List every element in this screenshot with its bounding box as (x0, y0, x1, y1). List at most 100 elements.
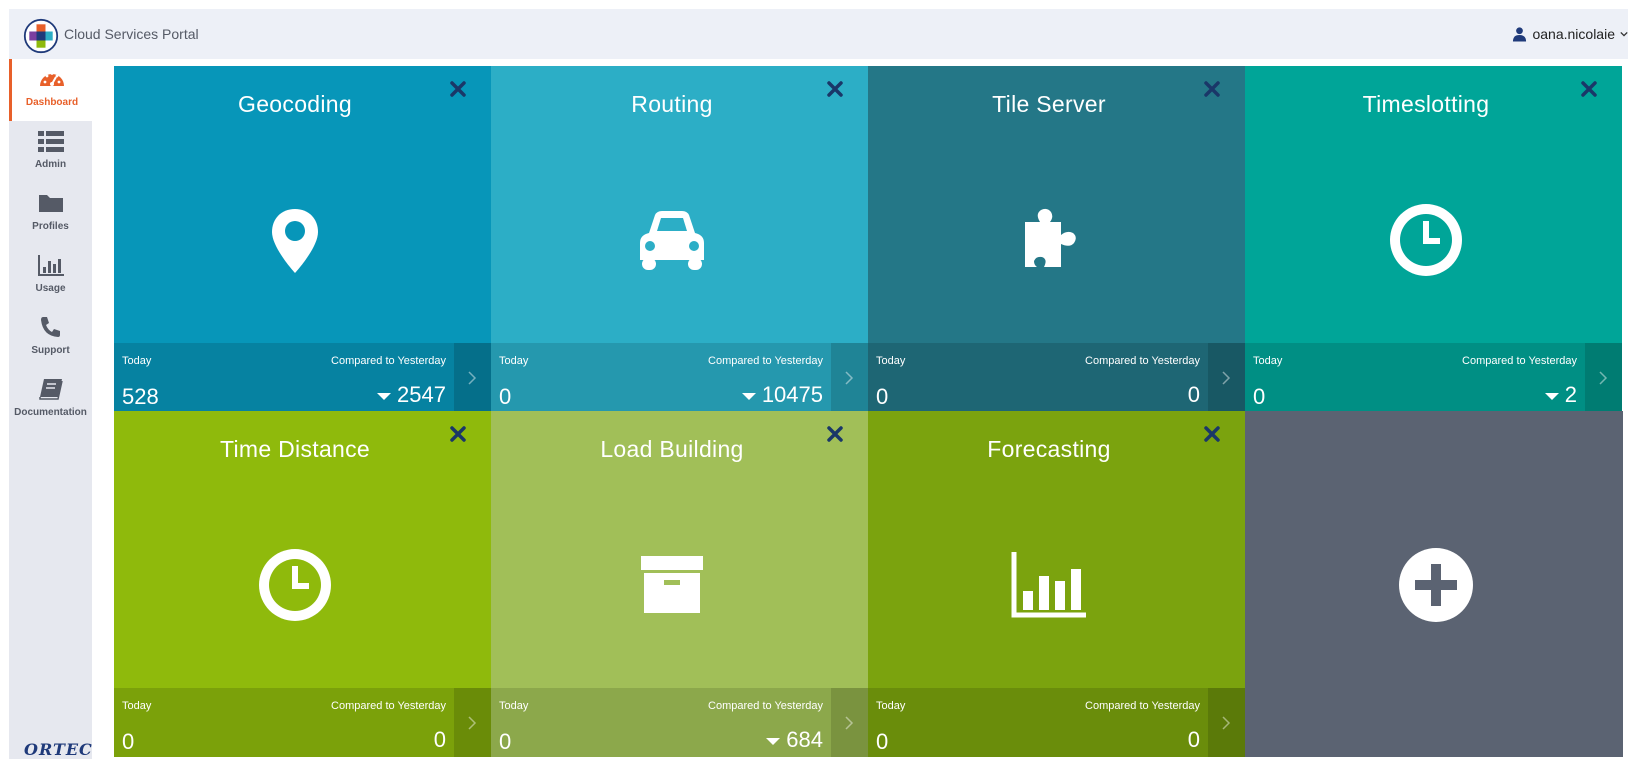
stats-panel: Today Compared to Yesterday 0 684 (491, 688, 831, 757)
close-icon[interactable] (1580, 80, 1598, 98)
chevron-right-icon (1222, 716, 1231, 730)
today-label: Today (876, 355, 906, 367)
logo-icon[interactable] (22, 18, 60, 54)
compare-number: 0 (1187, 382, 1200, 407)
close-icon[interactable] (449, 80, 467, 98)
today-label: Today (499, 700, 529, 712)
chevron-right-icon (1222, 371, 1231, 385)
app-title: Cloud Services Portal (64, 26, 199, 42)
sidebar-item-support[interactable]: Support (9, 307, 92, 369)
today-label: Today (122, 355, 152, 367)
today-value: 0 (499, 729, 512, 754)
compare-value: 0 (434, 727, 446, 753)
compare-number: 10475 (761, 382, 823, 407)
chevron-right-icon (1599, 371, 1608, 385)
compare-value: 0 (1188, 727, 1200, 753)
close-icon[interactable] (826, 80, 844, 98)
compare-value: 2547 (377, 382, 446, 408)
book-icon (38, 379, 63, 400)
user-icon (1513, 27, 1527, 42)
tile-title: Routing (631, 91, 713, 117)
bar-chart-icon (37, 255, 64, 276)
close-icon[interactable] (1203, 425, 1221, 443)
compare-label: Compared to Yesterday (1085, 700, 1200, 712)
details-arrow-button[interactable] (1585, 343, 1622, 412)
dashboard-gauge-icon (40, 72, 64, 86)
details-arrow-button[interactable] (454, 343, 491, 412)
tile-stats: Today Compared to Yesterday 0 10475 (491, 343, 868, 412)
sidebar-item-documentation[interactable]: Documentation (9, 369, 92, 431)
details-arrow-button[interactable] (454, 688, 491, 757)
sidebar-item-label: Support (31, 345, 70, 356)
compare-label: Compared to Yesterday (1085, 355, 1200, 367)
sidebar-item-label: Usage (35, 283, 66, 294)
compare-label: Compared to Yesterday (1462, 355, 1577, 367)
add-tile-button[interactable] (1245, 411, 1623, 757)
stats-panel: Today Compared to Yesterday 0 0 (114, 688, 454, 757)
compare-value: 10475 (741, 382, 823, 408)
tile-title: Forecasting (987, 436, 1111, 462)
brand-logo: ORTEC (24, 740, 93, 759)
details-arrow-button[interactable] (831, 688, 868, 757)
clock-icon (1390, 204, 1462, 276)
compare-label: Compared to Yesterday (331, 700, 446, 712)
today-label: Today (876, 700, 906, 712)
stats-panel: Today Compared to Yesterday 0 0 (868, 343, 1208, 412)
tile-title: Time Distance (219, 436, 371, 462)
compare-label: Compared to Yesterday (708, 355, 823, 367)
compare-number: 2 (1564, 382, 1577, 407)
today-value: 528 (122, 384, 159, 409)
compare-label: Compared to Yesterday (708, 700, 823, 712)
map-marker-icon (272, 209, 318, 273)
service-tile-forecasting[interactable]: Forecasting Today Compared to Yesterday 0 0 (868, 411, 1245, 757)
today-label: Today (122, 700, 152, 712)
user-menu[interactable]: oana.nicolaie (1512, 26, 1628, 42)
details-arrow-button[interactable] (1208, 688, 1245, 757)
stats-panel: Today Compared to Yesterday 0 10475 (491, 343, 831, 412)
tile-stats: Today Compared to Yesterday 0 2 (1245, 343, 1622, 412)
trend-down-icon (377, 392, 392, 400)
close-icon[interactable] (1203, 80, 1221, 98)
top-bar: Cloud Services Portal oana.nicolaie (9, 9, 1628, 59)
plus-circle-icon (1399, 548, 1473, 622)
puzzle-piece-icon (1025, 208, 1076, 267)
service-tile-tile-server[interactable]: Tile Server Today Compared to Yesterday 0 0 (868, 66, 1245, 412)
sidebar-item-usage[interactable]: Usage (9, 245, 92, 307)
tile-title: Timeslotting (1362, 91, 1490, 117)
tile-stats: Today Compared to Yesterday 0 0 (868, 688, 1245, 757)
service-tile-timeslotting[interactable]: Timeslotting Today Compared to Yesterday 0 2 (1245, 66, 1622, 412)
trend-down-icon (766, 737, 781, 745)
service-tile-time-distance[interactable]: Time Distance Today Compared to Yesterday 0… (114, 411, 491, 757)
tile-stats: Today Compared to Yesterday 528 2547 (114, 343, 491, 412)
app: Cloud Services Portal oana.nicolaie Dash… (0, 0, 1628, 759)
trend-down-icon (1544, 392, 1559, 400)
service-tile-geocoding[interactable]: Geocoding Today Compared to Yesterday 528 25… (114, 66, 491, 412)
today-label: Today (499, 355, 529, 367)
bar-chart-icon (1011, 552, 1086, 618)
stats-panel: Today Compared to Yesterday 528 2547 (114, 343, 454, 412)
tile-stats: Today Compared to Yesterday 0 0 (868, 343, 1245, 412)
compare-number: 684 (786, 727, 823, 752)
service-tile-routing[interactable]: Routing Today Compared to Yesterday 0 10475 (491, 66, 868, 412)
service-tile-load-building[interactable]: Load Building Today Compared to Yesterday 0… (491, 411, 868, 757)
chevron-right-icon (468, 371, 477, 385)
sidebar: Dashboard Admin Profiles Usage Support D… (9, 59, 92, 759)
today-value: 0 (499, 384, 512, 409)
trend-down-icon (741, 392, 756, 400)
compare-value: 2 (1544, 382, 1577, 408)
sidebar-item-dashboard[interactable]: Dashboard (9, 59, 92, 121)
chevron-down-icon (1620, 31, 1628, 37)
sidebar-item-profiles[interactable]: Profiles (9, 183, 92, 245)
sidebar-item-label: Dashboard (25, 97, 79, 108)
close-icon[interactable] (449, 425, 467, 443)
tile-stats: Today Compared to Yesterday 0 684 (491, 688, 868, 757)
details-arrow-button[interactable] (1208, 343, 1245, 412)
phone-icon (40, 317, 60, 337)
details-arrow-button[interactable] (831, 343, 868, 412)
today-value: 0 (876, 729, 889, 754)
clock-icon (259, 549, 331, 621)
compare-number: 0 (433, 727, 446, 752)
close-icon[interactable] (826, 425, 844, 443)
folder-icon (38, 195, 63, 212)
sidebar-item-admin[interactable]: Admin (9, 121, 92, 183)
